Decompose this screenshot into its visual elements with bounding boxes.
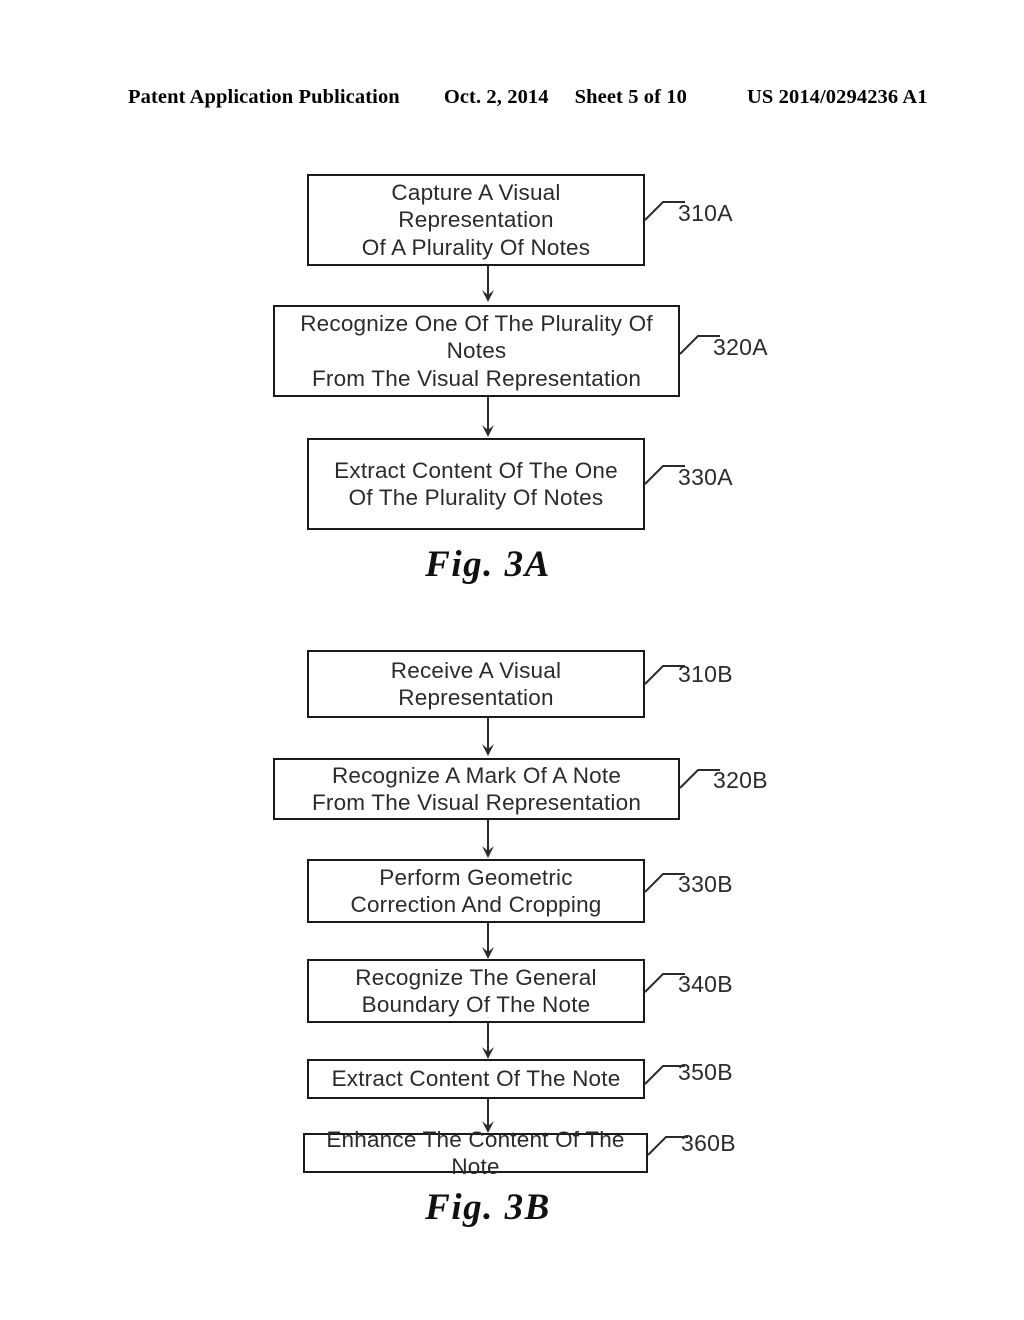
ref-label-310B: 310B [678, 661, 733, 687]
flow-box-360B-text: Enhance The Content Of The Note [326, 1126, 625, 1179]
flow-box-340B-line1: Recognize The General [355, 964, 597, 990]
header-patent-number: US 2014/0294236 A1 [746, 86, 928, 108]
figure-caption-3B: Fig. 3B [425, 1187, 551, 1228]
header-publication-label: Patent Application Publication [128, 86, 400, 108]
ref-label-360B: 360B [681, 1130, 736, 1156]
flow-box-320A-line2: From The Visual Representation [311, 365, 642, 391]
flow-box-310A-line2: Of A Plurality Of Notes [361, 234, 591, 260]
flow-box-350B: Extract Content Of The Note [307, 1059, 645, 1099]
ref-label-320B: 320B [713, 767, 768, 793]
flow-box-320A-text: Recognize One Of The Plurality Of Notes … [275, 310, 678, 392]
ref-label-350B: 350B [678, 1059, 733, 1085]
flow-box-330A-line2: Of The Plurality Of Notes [348, 485, 604, 510]
flow-box-340B-text: Recognize The General Boundary Of The No… [349, 964, 602, 1019]
flow-box-320B-line1: Recognize A Mark Of A Note [331, 762, 622, 788]
flow-box-330B: Perform Geometric Correction And Croppin… [307, 859, 645, 923]
connector-320B-to-330B [480, 820, 496, 858]
ref-label-340B: 340B [678, 971, 733, 997]
header-sheet-label: Sheet 5 of 10 [574, 86, 687, 108]
flow-box-310A: Capture A Visual Representation Of A Plu… [307, 174, 645, 266]
ref-label-310A: 310A [678, 200, 733, 226]
flow-box-320A: Recognize One Of The Plurality Of Notes … [273, 305, 680, 397]
flow-box-330A: Extract Content Of The One Of The Plural… [307, 438, 645, 530]
flow-box-310A-text: Capture A Visual Representation Of A Plu… [309, 179, 643, 261]
flow-box-330B-text: Perform Geometric Correction And Croppin… [345, 864, 608, 919]
connector-310B-to-320B [480, 718, 496, 756]
connector-330B-to-340B [480, 923, 496, 959]
ref-label-330A: 330A [678, 464, 733, 490]
connector-340B-to-350B [480, 1023, 496, 1059]
flow-box-360B: Enhance The Content Of The Note [303, 1127, 648, 1179]
connector-310A-to-320A [480, 266, 496, 302]
flow-box-320B-line2: From The Visual Representation [311, 790, 642, 815]
flow-box-330B-line1: Perform Geometric [379, 864, 573, 890]
page-header: Patent Application Publication Oct. 2, 2… [128, 86, 928, 116]
flow-box-310B: Receive A Visual Representation [307, 650, 645, 718]
connector-320A-to-330A [480, 397, 496, 437]
flow-box-330A-text: Extract Content Of The One Of The Plural… [328, 457, 624, 512]
flow-box-310B-text: Receive A Visual Representation [385, 657, 567, 712]
flow-box-340B: Recognize The General Boundary Of The No… [307, 959, 645, 1023]
flow-box-330A-line1: Extract Content Of The One [334, 457, 618, 483]
flow-box-330B-line2: Correction And Cropping [350, 892, 602, 917]
flow-box-340B-line2: Boundary Of The Note [361, 992, 591, 1017]
flow-box-310B-line1: Receive A Visual [390, 657, 562, 683]
flow-box-350B-text: Extract Content Of The Note [331, 1066, 621, 1092]
flow-box-320B: Recognize A Mark Of A Note From The Visu… [273, 758, 680, 820]
flow-box-310A-line1: Capture A Visual Representation [391, 179, 561, 233]
ref-label-320A: 320A [713, 334, 768, 360]
figure-caption-3A: Fig. 3A [425, 544, 551, 585]
header-date-label: Oct. 2, 2014 [443, 86, 549, 108]
flow-box-320A-line1: Recognize One Of The Plurality Of Notes [300, 310, 653, 364]
flow-box-320B-text: Recognize A Mark Of A Note From The Visu… [306, 762, 647, 817]
flow-box-310B-line2: Representation [398, 685, 554, 710]
ref-label-330B: 330B [678, 871, 733, 897]
